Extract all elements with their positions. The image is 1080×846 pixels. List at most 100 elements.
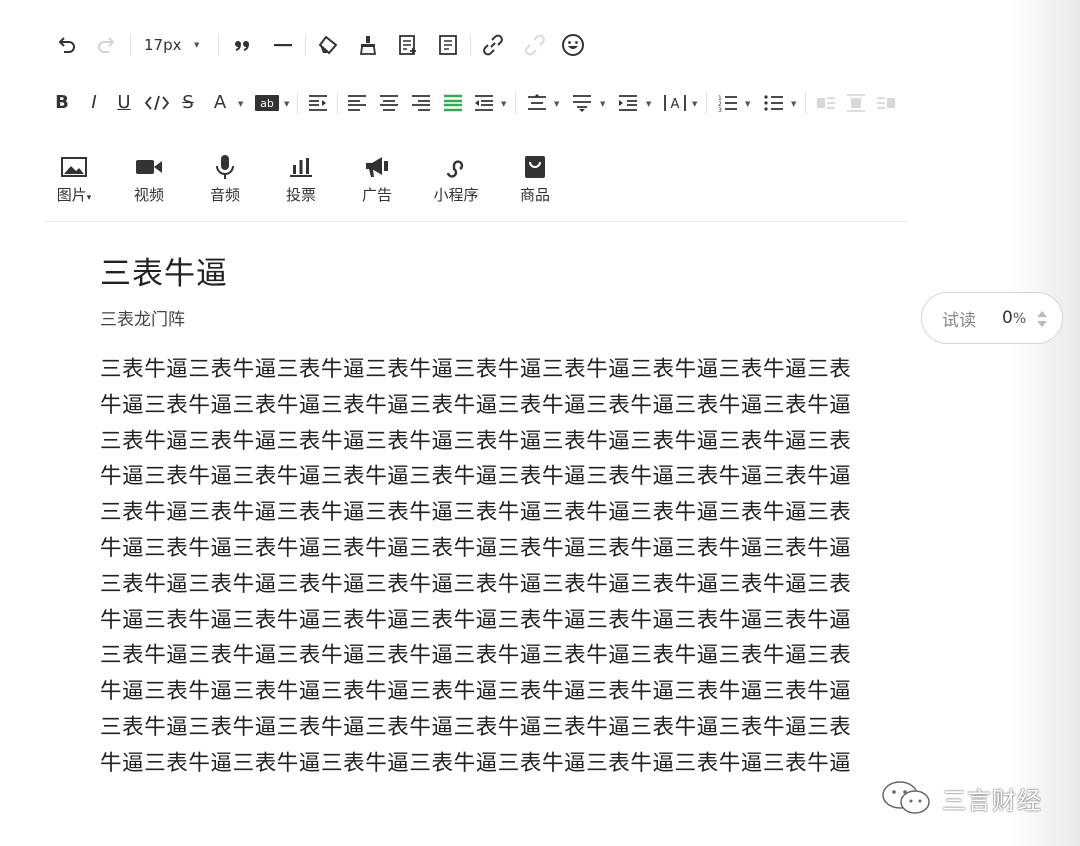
insert-video-button[interactable]: 视频 bbox=[119, 152, 179, 205]
caret-down-icon: ▼ bbox=[194, 41, 200, 49]
highlight-color-button[interactable]: ab bbox=[254, 89, 280, 117]
caret-down-icon: ▼ bbox=[501, 100, 507, 108]
align-right-button[interactable] bbox=[409, 89, 433, 117]
ordered-list-button[interactable]: 123 bbox=[716, 89, 740, 117]
align-right-icon bbox=[412, 95, 430, 111]
italic-icon: I bbox=[91, 92, 97, 113]
float-left-button[interactable] bbox=[815, 89, 837, 117]
clear-format-button[interactable] bbox=[355, 31, 381, 59]
smiley-icon bbox=[562, 34, 584, 56]
document-add-icon bbox=[399, 35, 416, 55]
quote-icon bbox=[235, 41, 249, 51]
font-color-button[interactable]: A bbox=[210, 89, 230, 117]
microphone-icon bbox=[216, 155, 234, 179]
image-icon bbox=[61, 157, 87, 177]
caret-down-icon: ▼ bbox=[238, 100, 244, 108]
underline-button[interactable]: U bbox=[114, 89, 134, 117]
insert-link-button[interactable] bbox=[480, 31, 506, 59]
toolbar-divider bbox=[45, 221, 907, 222]
letter-spacing-button[interactable]: A bbox=[662, 89, 688, 117]
horizontal-rule-icon bbox=[274, 44, 292, 47]
video-icon bbox=[136, 160, 162, 174]
trial-read-value: 0% bbox=[1002, 308, 1026, 328]
insert-image-button[interactable]: 图片▾ bbox=[44, 152, 104, 205]
poll-icon bbox=[290, 158, 312, 177]
article-author[interactable]: 三表龙门阵 bbox=[100, 305, 185, 330]
remove-link-button[interactable] bbox=[522, 31, 548, 59]
indent-options-button[interactable] bbox=[472, 89, 496, 117]
blockquote-button[interactable] bbox=[230, 31, 256, 59]
unordered-list-button[interactable] bbox=[762, 89, 786, 117]
insert-ad-button[interactable]: 广告 bbox=[347, 152, 407, 205]
letter-spacing-icon: A bbox=[664, 95, 686, 112]
font-color-icon: A bbox=[213, 92, 227, 113]
format-painter-button[interactable] bbox=[315, 31, 341, 59]
caret-down-icon: ▼ bbox=[646, 100, 652, 108]
svg-text:3: 3 bbox=[718, 107, 722, 113]
redo-button[interactable] bbox=[93, 31, 119, 59]
undo-button[interactable] bbox=[54, 31, 80, 59]
svg-text:ab: ab bbox=[260, 97, 274, 110]
toolbar-separator bbox=[515, 92, 516, 114]
undo-icon bbox=[58, 37, 75, 53]
indent-icon bbox=[309, 95, 327, 111]
align-left-button[interactable] bbox=[345, 89, 369, 117]
float-center-button[interactable] bbox=[845, 89, 867, 117]
media-item-label: 商品 bbox=[519, 186, 550, 204]
toolbar-separator bbox=[297, 92, 298, 114]
line-height-button[interactable] bbox=[570, 89, 594, 117]
font-size-select[interactable]: 17px ▼ bbox=[144, 31, 204, 59]
align-center-button[interactable] bbox=[377, 89, 401, 117]
bold-button[interactable]: B bbox=[52, 89, 72, 117]
list-indent-icon bbox=[619, 95, 637, 111]
insert-product-button[interactable]: 商品 bbox=[505, 152, 565, 205]
article-body[interactable]: 三表牛逼三表牛逼三表牛逼三表牛逼三表牛逼三表牛逼三表牛逼三表牛逼三表牛逼三表牛逼… bbox=[100, 352, 860, 782]
indent-button[interactable] bbox=[306, 89, 330, 117]
trial-read-control[interactable]: 试读 0% bbox=[921, 292, 1063, 344]
letter-indent-button[interactable] bbox=[616, 89, 640, 117]
ordered-list-icon: 123 bbox=[718, 95, 737, 113]
toolbar-separator bbox=[337, 92, 338, 114]
caret-down-icon: ▼ bbox=[745, 100, 751, 108]
page-edge-shadow bbox=[1010, 0, 1080, 846]
align-justify-button[interactable] bbox=[441, 89, 465, 117]
insert-template-button[interactable] bbox=[395, 31, 421, 59]
align-center-icon bbox=[380, 95, 398, 111]
redo-icon bbox=[98, 37, 115, 53]
media-item-label: 视频 bbox=[133, 186, 164, 204]
insert-mini-program-button[interactable]: 小程序 bbox=[426, 152, 486, 205]
megaphone-icon bbox=[366, 157, 388, 177]
line-height-icon bbox=[573, 95, 591, 112]
brush-icon bbox=[359, 36, 377, 55]
code-button[interactable] bbox=[143, 89, 171, 117]
paragraph-spacing-button[interactable] bbox=[525, 89, 549, 117]
insert-poll-button[interactable]: 投票 bbox=[271, 152, 331, 205]
float-right-icon bbox=[877, 97, 895, 109]
unordered-list-icon bbox=[764, 95, 783, 111]
code-icon bbox=[144, 95, 170, 111]
toolbar-separator bbox=[218, 34, 219, 56]
caret-down-icon: ▼ bbox=[284, 100, 290, 108]
caret-down-icon: ▼ bbox=[600, 100, 606, 108]
caret-down-icon: ▼ bbox=[791, 100, 797, 108]
insert-audio-button[interactable]: 音频 bbox=[195, 152, 255, 205]
media-item-label: 广告 bbox=[361, 186, 392, 204]
svg-text:A: A bbox=[671, 97, 680, 112]
highlight-icon: ab bbox=[255, 95, 279, 111]
emoji-button[interactable] bbox=[560, 31, 586, 59]
strikethrough-button[interactable]: S bbox=[178, 89, 198, 117]
document-icon bbox=[439, 35, 457, 55]
watermark-text: 三言财经 bbox=[942, 786, 1042, 815]
spinner-arrows-icon[interactable] bbox=[1036, 309, 1048, 329]
shopping-bag-icon bbox=[525, 156, 545, 178]
insert-document-button[interactable] bbox=[435, 31, 461, 59]
float-left-icon bbox=[817, 97, 835, 109]
toolbar-separator bbox=[470, 34, 471, 56]
float-right-button[interactable] bbox=[875, 89, 897, 117]
italic-button[interactable]: I bbox=[84, 89, 104, 117]
align-justify-icon bbox=[444, 94, 462, 112]
article-title[interactable]: 三表牛逼 bbox=[100, 248, 228, 293]
horizontal-rule-button[interactable] bbox=[270, 31, 296, 59]
align-left-icon bbox=[348, 95, 366, 111]
media-item-label: 投票 bbox=[285, 186, 316, 204]
